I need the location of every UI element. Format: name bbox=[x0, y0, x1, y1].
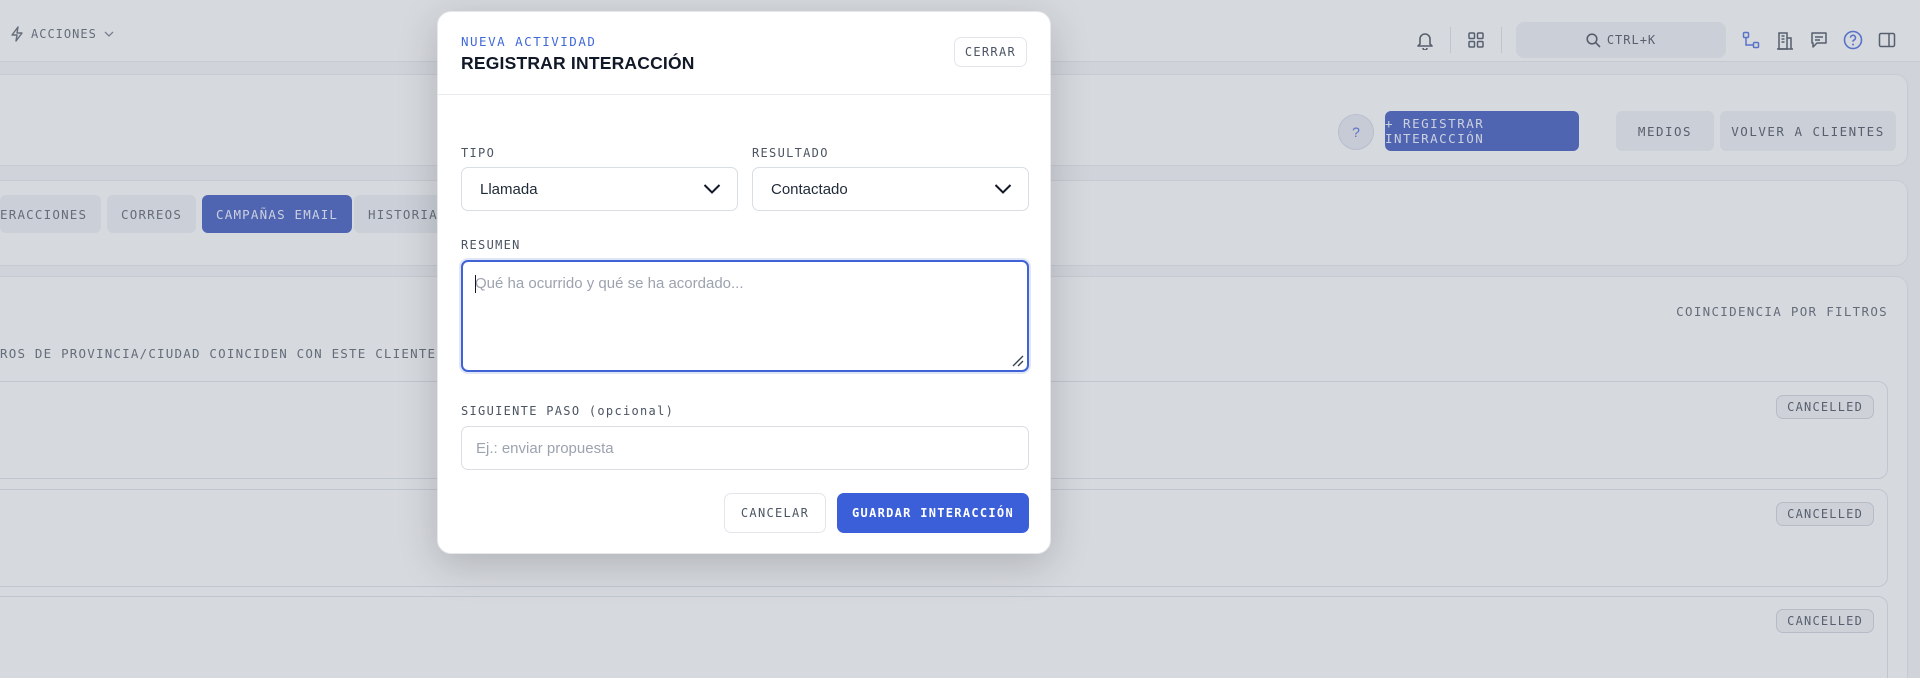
result-value: Contactado bbox=[771, 180, 848, 198]
type-label: TIPO bbox=[461, 146, 496, 160]
result-select[interactable]: Contactado bbox=[752, 167, 1029, 211]
resize-handle-icon[interactable] bbox=[1009, 352, 1025, 368]
type-value: Llamada bbox=[480, 180, 538, 198]
chevron-down-icon bbox=[994, 184, 1012, 194]
text-caret bbox=[475, 275, 476, 293]
next-step-input[interactable]: Ej.: enviar propuesta bbox=[461, 426, 1029, 470]
cancel-button[interactable]: CANCELAR bbox=[724, 493, 826, 533]
summary-label: RESUMEN bbox=[461, 238, 521, 252]
summary-textarea[interactable]: Qué ha ocurrido y qué se ha acordado... bbox=[461, 260, 1029, 372]
chevron-down-icon bbox=[703, 184, 721, 194]
modal-kicker: NUEVA ACTIVIDAD bbox=[461, 34, 597, 49]
register-interaction-modal: NUEVA ACTIVIDAD REGISTRAR INTERACCIÓN CE… bbox=[437, 11, 1051, 554]
next-step-placeholder: Ej.: enviar propuesta bbox=[476, 439, 614, 457]
save-interaction-button[interactable]: GUARDAR INTERACCIÓN bbox=[837, 493, 1029, 533]
summary-placeholder: Qué ha ocurrido y qué se ha acordado... bbox=[475, 275, 744, 292]
modal-title: REGISTRAR INTERACCIÓN bbox=[461, 53, 695, 73]
close-button[interactable]: CERRAR bbox=[953, 37, 1027, 67]
next-step-label: SIGUIENTE PASO (opcional) bbox=[461, 404, 675, 418]
result-label: RESULTADO bbox=[752, 146, 829, 160]
modal-header: NUEVA ACTIVIDAD REGISTRAR INTERACCIÓN CE… bbox=[438, 12, 1050, 95]
type-select[interactable]: Llamada bbox=[461, 167, 738, 211]
